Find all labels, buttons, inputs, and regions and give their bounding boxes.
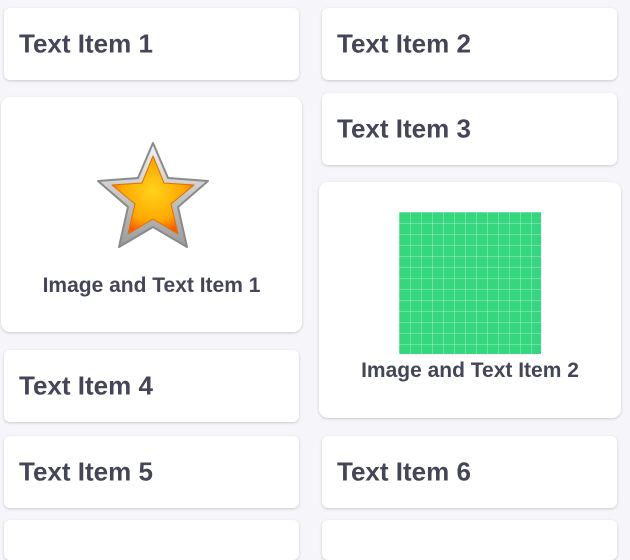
list-item-label: Text Item 3 — [337, 113, 471, 144]
list-item-label: Text Item 5 — [19, 456, 153, 487]
list-item-label: Text Item 6 — [337, 456, 471, 487]
list-item-text-3[interactable]: Text Item 3 — [322, 93, 617, 165]
star-icon — [93, 139, 213, 255]
list-item-image-text-2[interactable]: Image and Text Item 2 — [319, 182, 621, 418]
list-item-caption: Image and Text Item 1 — [42, 274, 261, 297]
list-item-label: Text Item 4 — [19, 370, 153, 401]
list-item-caption: Image and Text Item 2 — [361, 359, 579, 382]
list-item-partial[interactable] — [4, 520, 299, 560]
list-item-image-text-1[interactable]: Image and Text Item 1 — [1, 97, 302, 332]
green-grid-image — [399, 212, 541, 354]
list-item-text-1[interactable]: Text Item 1 — [4, 8, 299, 80]
list-item-label: Text Item 1 — [19, 28, 153, 59]
list-item-partial[interactable] — [322, 520, 617, 560]
list-item-label: Text Item 2 — [337, 28, 471, 59]
list-item-text-6[interactable]: Text Item 6 — [322, 436, 617, 508]
list-item-text-2[interactable]: Text Item 2 — [322, 8, 617, 80]
list-item-text-5[interactable]: Text Item 5 — [4, 436, 299, 508]
list-item-text-4[interactable]: Text Item 4 — [4, 350, 299, 422]
